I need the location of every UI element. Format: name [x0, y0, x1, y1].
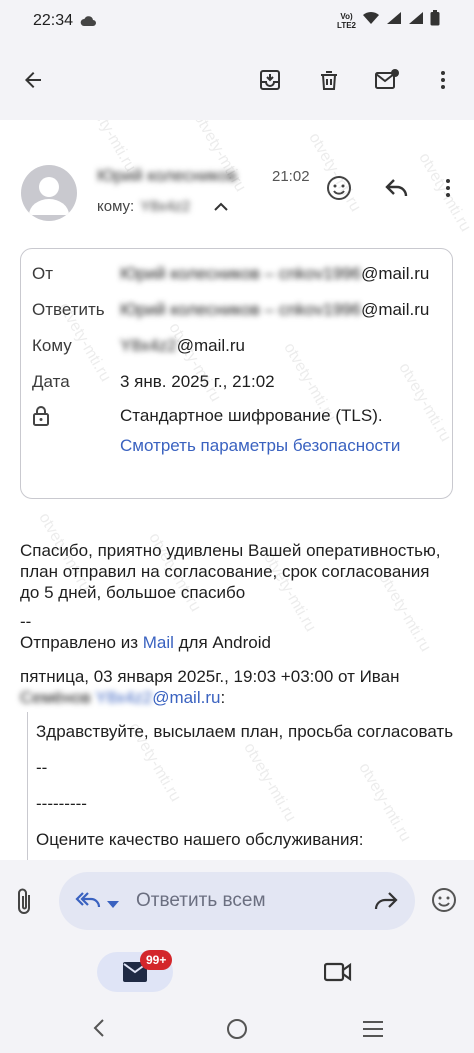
from-value[interactable]: Юрий колесников – cnkov1996@mail.ru	[120, 264, 429, 284]
network-label-mid: LTE2	[337, 20, 356, 30]
reply-button[interactable]	[381, 172, 413, 204]
wifi-icon	[362, 11, 380, 30]
quote-hidden-email: Y8x4z2	[95, 688, 153, 707]
delete-button[interactable]	[311, 62, 347, 98]
more-vert-icon	[446, 179, 450, 197]
message-paragraph: Спасибо, приятно удивлены Вашей оператив…	[20, 541, 441, 602]
emoji-reaction-button[interactable]	[323, 172, 355, 204]
archive-button[interactable]	[252, 62, 288, 98]
network-label: Vo) LTE2	[337, 12, 356, 30]
status-icons: Vo) LTE2	[337, 10, 440, 31]
status-time: 22:34	[33, 12, 74, 29]
quoted-message: Здравствуйте, высылаем план, просьба сог…	[27, 712, 458, 860]
from-label: От	[32, 264, 54, 283]
avatar[interactable]	[21, 165, 77, 221]
security-settings-link[interactable]: Смотреть параметры безопасности	[120, 436, 400, 456]
quote-email-link[interactable]: Y8x4z2@mail.ru	[95, 688, 220, 707]
chevron-left-icon	[93, 1019, 104, 1037]
recents-icon	[363, 1021, 383, 1037]
system-recents-button[interactable]	[362, 1020, 384, 1043]
sent-from-line: Отправлено из Mail для Android	[20, 632, 450, 653]
reply-label: Ответить	[32, 300, 105, 319]
message-more-button[interactable]	[432, 172, 464, 204]
home-circle-icon	[227, 1019, 247, 1039]
arrow-back-icon	[25, 72, 41, 88]
top-toolbar	[0, 52, 474, 108]
signature-separator: --	[20, 612, 32, 631]
back-button[interactable]	[15, 62, 51, 98]
reply-value[interactable]: Юрий колесников – cnkov1996@mail.ru	[120, 300, 429, 320]
mail-app-link[interactable]: Mail	[143, 633, 174, 652]
date-label: Дата	[32, 372, 70, 391]
signal-icon	[386, 11, 402, 30]
forward-icon	[374, 892, 398, 910]
unread-badge: 99+	[140, 950, 173, 970]
network-label-top: Vo)	[340, 11, 353, 21]
system-home-button[interactable]	[226, 1018, 248, 1045]
archive-icon	[260, 70, 280, 90]
quote-domain: @mail.ru	[152, 688, 221, 707]
status-bar: 22:34 Vo) LTE2	[0, 0, 474, 42]
mark-unread-icon	[375, 69, 399, 89]
dropdown-arrow-icon[interactable]	[107, 896, 119, 914]
to-value-detail[interactable]: Y8x4z2@mail.ru	[120, 336, 245, 356]
lock-icon	[32, 406, 50, 431]
to-hidden: Y8x4z2	[120, 336, 177, 355]
reply-all-field[interactable]: Ответить всем	[59, 872, 415, 930]
forward-button[interactable]	[373, 890, 399, 917]
sent-from-prefix: Отправлено из	[20, 633, 143, 652]
quote-header: пятница, 03 января 2025г., 19:03 +03:00 …	[20, 666, 450, 708]
quote-separator-2: ---------	[36, 794, 87, 813]
paperclip-icon	[18, 888, 30, 914]
cloud-icon	[80, 14, 96, 32]
quote-header-line: пятница, 03 января 2025г., 19:03 +03:00 …	[20, 667, 400, 686]
video-camera-icon	[323, 962, 352, 982]
system-back-button[interactable]	[92, 1018, 106, 1043]
reply-placeholder: Ответить всем	[136, 890, 266, 911]
mark-unread-button[interactable]	[369, 62, 405, 98]
person-icon	[29, 177, 69, 215]
chevron-up-icon[interactable]	[212, 200, 230, 219]
reply-icon	[385, 179, 408, 197]
nav-meet[interactable]	[323, 962, 352, 987]
date-value: 3 янв. 2025 г., 21:02	[120, 372, 275, 391]
to-domain: @mail.ru	[176, 336, 245, 355]
bottom-navigation: 99+	[0, 942, 474, 1002]
recipient-line[interactable]: кому: Y8x4z2	[97, 198, 190, 215]
reply-bar: Ответить всем	[0, 860, 474, 942]
quote-hidden-name: Семёнов	[20, 688, 91, 707]
more-vert-icon	[441, 71, 445, 89]
message-content: Юрий колесников 21:02 кому: Y8x4z2 От Юри…	[0, 120, 474, 860]
message-time: 21:02	[272, 168, 310, 185]
battery-icon	[430, 10, 440, 31]
to-label: кому:	[97, 198, 135, 215]
system-navigation	[0, 1002, 474, 1053]
quote-header-line-2: Семёнов Y8x4z2@mail.ru:	[20, 687, 450, 708]
emoji-button[interactable]	[431, 887, 457, 918]
quote-rating: Оцените качество нашего обслуживания:	[36, 830, 364, 849]
quote-colon: :	[220, 688, 226, 707]
more-options-button[interactable]	[425, 62, 461, 98]
reply-all-icon[interactable]	[75, 890, 101, 917]
quote-separator-1: --	[36, 758, 48, 777]
quote-greeting: Здравствуйте, высылаем план, просьба сог…	[36, 722, 454, 741]
emoji-icon	[432, 888, 456, 912]
to-label-detail: Кому	[32, 336, 72, 355]
signal-icon-2	[408, 11, 424, 30]
reply-hidden: Юрий колесников – cnkov1996	[120, 300, 362, 319]
from-hidden: Юрий колесников – cnkov1996	[120, 264, 362, 283]
encryption-text: Стандартное шифрование (TLS).	[120, 406, 383, 425]
delete-icon	[321, 71, 337, 90]
sender-name[interactable]: Юрий колесников	[97, 166, 237, 186]
sent-from-suffix: для Android	[173, 633, 271, 652]
reply-domain: @mail.ru	[361, 300, 430, 319]
from-domain: @mail.ru	[361, 264, 430, 283]
message-details-card: От Юрий колесников – cnkov1996@mail.ru О…	[20, 248, 453, 499]
attach-button[interactable]	[14, 888, 36, 921]
to-value: Y8x4z2	[140, 198, 191, 215]
emoji-icon	[327, 176, 351, 200]
